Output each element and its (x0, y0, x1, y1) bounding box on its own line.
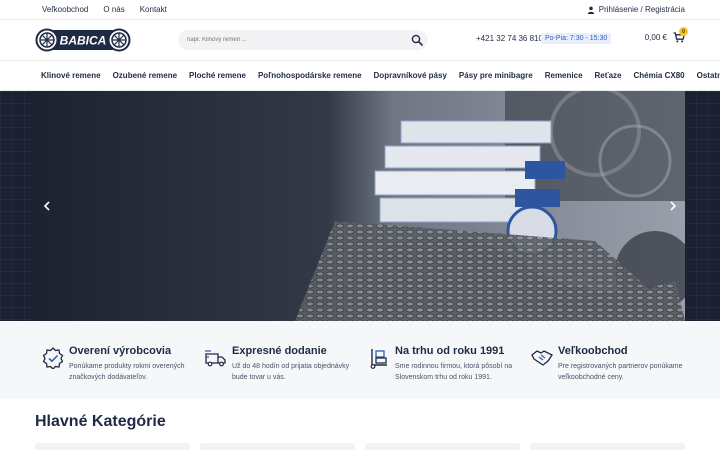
slider-prev-button[interactable] (40, 198, 54, 214)
search-icon[interactable] (411, 34, 423, 46)
nav-item-ploche-remene[interactable]: Ploché remene (189, 71, 246, 80)
feature-description: Už do 48 hodín od prijatia objednávky bu… (232, 363, 350, 381)
nav-item-ostatne-label: Ostatné (696, 71, 720, 80)
cart-count-badge: 0 (679, 27, 688, 36)
chevron-right-icon (670, 201, 677, 211)
top-link-about[interactable]: O nás (103, 5, 124, 14)
feature-title: Overení výrobcovia (69, 345, 172, 357)
delivery-truck-icon (205, 350, 226, 367)
nav-item-chemia-cx80[interactable]: Chémia CX80 (633, 71, 684, 80)
main-nav: Klinové remene Ozubené remene Ploché rem… (0, 61, 720, 91)
nav-item-dopravnikove-pasy[interactable]: Dopravníkové pásy (374, 71, 447, 80)
feature-title: Expresné dodanie (232, 345, 327, 357)
chains-photo (35, 91, 685, 321)
feature-verified: Overení výrobcovia Ponúkame produkty rok… (35, 321, 198, 399)
feature-title: Veľkoobchod (558, 345, 628, 357)
feature-express: Expresné dodanie Už do 48 hodín od prija… (198, 321, 361, 399)
nav-item-ostatne[interactable]: Ostatné (697, 71, 720, 80)
badge-check-icon (42, 347, 64, 369)
feature-description: Pre registrovaných partnerov ponúkame ve… (558, 363, 683, 381)
features-strip: Overení výrobcovia Ponúkame produkty rok… (0, 321, 720, 399)
logo[interactable]: BABICA (35, 28, 131, 52)
babica-logo: BABICA (35, 28, 131, 52)
feature-description: Ponúkame produkty rokmi overených značko… (69, 363, 185, 381)
category-card[interactable] (530, 443, 685, 450)
feature-title: Na trhu od roku 1991 (395, 345, 505, 357)
category-card[interactable] (35, 443, 190, 450)
handcart-icon (370, 349, 387, 369)
chevron-left-icon (43, 201, 50, 211)
hero-slider (0, 91, 720, 321)
nav-item-pasy-pre-minibagre[interactable]: Pásy pre minibagre (459, 71, 533, 80)
feature-wholesale: Veľkoobchod Pre registrovaných partnerov… (524, 321, 687, 399)
search-input[interactable] (178, 37, 402, 43)
category-cards (35, 443, 685, 450)
nav-item-retaze[interactable]: Reťaze (595, 71, 622, 80)
user-icon (587, 6, 594, 14)
cart-total: 0,00 € (644, 33, 667, 42)
nav-item-polnohospodarske-remene[interactable]: Poľnohospodárske remene (258, 71, 362, 80)
feature-since-1991: Na trhu od roku 1991 Sme rodinnou firmou… (361, 321, 524, 399)
feature-description: Sme rodinnou firmou, ktorá pôsobí na Slo… (395, 363, 513, 381)
header: BABICA +421 32 74 36 810 Po-Pia: 7:30 - … (0, 20, 720, 61)
login-link[interactable]: Prihlásenie / Registrácia (587, 5, 685, 14)
hero-slide-image (35, 91, 685, 321)
category-card[interactable] (200, 443, 355, 450)
top-link-contact[interactable]: Kontakt (140, 5, 167, 14)
categories-heading: Hlavné Kategórie (35, 413, 166, 430)
cart-button[interactable]: 0,00 € 0 (644, 27, 688, 43)
category-card[interactable] (365, 443, 520, 450)
top-bar: Veľkoobchod O nás Kontakt Prihlásenie / … (0, 0, 720, 20)
nav-item-remenice[interactable]: Remenice (545, 71, 583, 80)
slider-next-button[interactable] (666, 198, 680, 214)
logo-text: BABICA (60, 34, 107, 48)
search-bar (178, 30, 428, 50)
nav-item-klinove-remene[interactable]: Klinové remene (41, 71, 101, 80)
phone-number[interactable]: +421 32 74 36 810 (476, 34, 543, 43)
top-link-wholesale[interactable]: Veľkoobchod (42, 5, 88, 14)
login-label: Prihlásenie / Registrácia (598, 5, 685, 14)
nav-item-ozubene-remene[interactable]: Ozubené remene (113, 71, 177, 80)
top-links: Veľkoobchod O nás Kontakt (42, 5, 167, 14)
opening-hours: Po-Pia: 7:30 - 15:30 (541, 33, 612, 44)
handshake-icon (531, 350, 553, 366)
